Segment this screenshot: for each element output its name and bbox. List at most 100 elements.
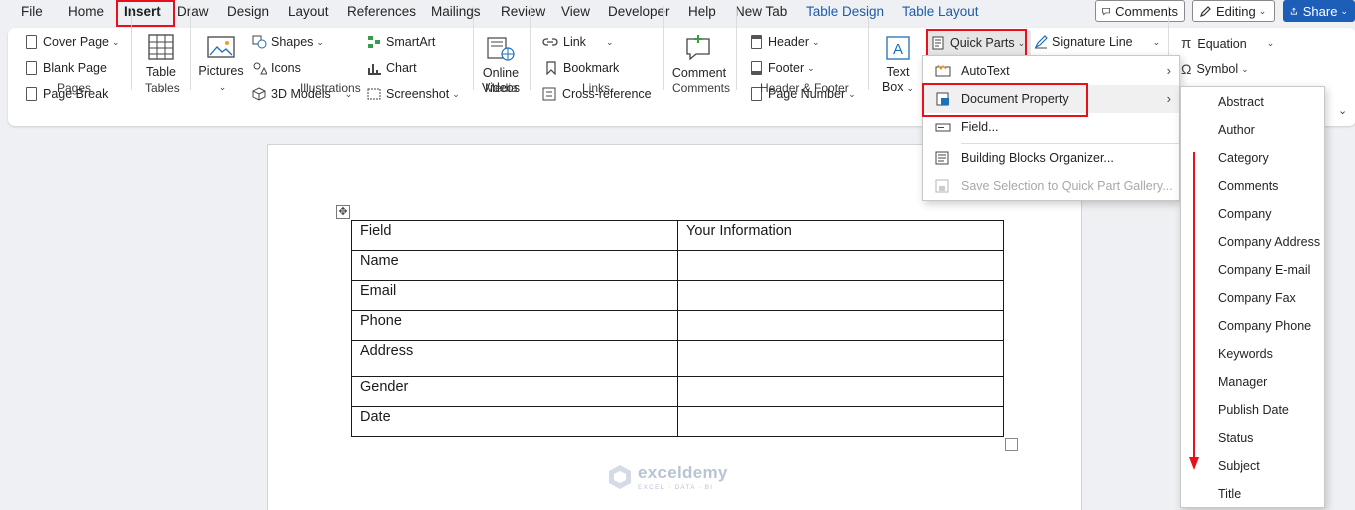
svg-text:A: A	[893, 41, 903, 58]
save-selection-icon	[935, 179, 949, 193]
footer-button[interactable]: Footer ⌄	[751, 61, 815, 75]
footer-label: Footer	[768, 61, 805, 75]
menu-item-autotext[interactable]: AutoText ›	[923, 57, 1179, 85]
property-comments[interactable]: Comments	[1218, 179, 1278, 193]
collapse-ribbon-icon[interactable]: ⌄	[1338, 104, 1347, 117]
property-keywords[interactable]: Keywords	[1218, 347, 1273, 361]
tab-help[interactable]: Help	[688, 4, 716, 19]
header-button[interactable]: Header ⌄	[751, 35, 820, 49]
link-icon	[542, 38, 558, 46]
quick-parts-menu: AutoText › Document Property › Field... …	[922, 55, 1180, 201]
property-author[interactable]: Author	[1218, 123, 1255, 137]
share-button[interactable]: Share ⌄	[1283, 0, 1355, 22]
property-manager[interactable]: Manager	[1218, 375, 1267, 389]
pi-icon: π	[1181, 35, 1192, 52]
property-company-address[interactable]: Company Address	[1218, 235, 1320, 249]
annotation-arrow-line	[1193, 152, 1195, 459]
smartart-button[interactable]: SmartArt	[367, 35, 435, 49]
symbol-button[interactable]: Ω Symbol ⌄	[1181, 61, 1249, 77]
tab-layout[interactable]: Layout	[288, 4, 329, 19]
table-resize-handle[interactable]	[1005, 438, 1018, 451]
table-cell[interactable]: Email	[351, 280, 678, 311]
tab-design[interactable]: Design	[227, 4, 269, 19]
property-abstract[interactable]: Abstract	[1218, 95, 1264, 109]
menu-item-field[interactable]: Field...	[923, 113, 1179, 141]
tab-developer[interactable]: Developer	[608, 4, 670, 19]
property-company[interactable]: Company	[1218, 207, 1272, 221]
blank-page-button[interactable]: Blank Page	[26, 61, 107, 75]
icons-button[interactable]: Icons	[252, 61, 301, 75]
table-label: Table	[146, 65, 176, 79]
menu-item-save-selection: Save Selection to Quick Part Gallery...	[923, 172, 1179, 200]
link-button[interactable]: Link ⌄	[542, 35, 613, 49]
tab-table-layout[interactable]: Table Layout	[902, 4, 979, 19]
chevron-down-icon: ⌄	[848, 88, 856, 99]
signature-line-button[interactable]: Signature Line ⌄	[1034, 35, 1160, 49]
table-move-handle-icon[interactable]: ✥	[336, 205, 350, 219]
property-title[interactable]: Title	[1218, 487, 1241, 501]
tab-view[interactable]: View	[561, 4, 590, 19]
tab-draw[interactable]: Draw	[177, 4, 209, 19]
smartart-label: SmartArt	[386, 35, 436, 49]
picture-icon	[207, 36, 235, 58]
info-table[interactable]: Field Your Information Name Email Phone …	[351, 220, 1004, 437]
property-publish-date[interactable]: Publish Date	[1218, 403, 1289, 417]
editing-button[interactable]: Editing ⌄	[1192, 0, 1275, 22]
table-cell[interactable]	[677, 280, 1004, 311]
tab-review[interactable]: Review	[501, 4, 545, 19]
tab-table-design[interactable]: Table Design	[806, 4, 884, 19]
tab-references[interactable]: References	[347, 4, 416, 19]
share-icon	[1290, 7, 1297, 15]
tab-new-tab[interactable]: New Tab	[735, 4, 787, 19]
menu-item-building-blocks-organizer[interactable]: Building Blocks Organizer...	[923, 144, 1179, 172]
table-cell[interactable]	[677, 340, 1004, 377]
comments-button[interactable]: Comments	[1095, 0, 1185, 22]
cover-page-label: Cover Page	[43, 35, 110, 49]
property-company-email[interactable]: Company E-mail	[1218, 263, 1310, 277]
table-cell[interactable]	[677, 310, 1004, 341]
property-company-phone[interactable]: Company Phone	[1218, 319, 1311, 333]
table-cell[interactable]: Gender	[351, 376, 678, 407]
screenshot-label: Screenshot	[386, 87, 450, 101]
table-cell[interactable]: Phone	[351, 310, 678, 341]
shapes-label: Shapes	[271, 35, 314, 49]
group-divider	[736, 6, 737, 90]
share-label: Share	[1302, 3, 1338, 19]
chevron-down-icon: ⌄	[112, 36, 120, 47]
chart-button[interactable]: Chart	[367, 61, 417, 75]
comment-icon	[1102, 7, 1110, 16]
bookmark-button[interactable]: Bookmark	[545, 61, 619, 75]
table-cell[interactable]: Date	[351, 406, 678, 437]
equation-button[interactable]: π Equation ⌄	[1181, 35, 1274, 52]
table-cell[interactable]: Field	[351, 220, 678, 251]
chevron-down-icon: ⌄	[906, 83, 915, 93]
quick-parts-highlight	[926, 29, 1027, 57]
screenshot-button[interactable]: Screenshot ⌄	[367, 87, 460, 101]
document-property-submenu: Abstract Author Category Comments Compan…	[1180, 86, 1325, 508]
property-subject[interactable]: Subject	[1218, 459, 1260, 473]
tables-group-label: Tables	[145, 81, 180, 95]
table-cell[interactable]	[677, 406, 1004, 437]
chevron-down-icon: ⌄	[1340, 5, 1348, 16]
table-cell[interactable]: Your Information	[677, 220, 1004, 251]
symbol-label: Symbol	[1196, 62, 1239, 76]
property-company-fax[interactable]: Company Fax	[1218, 291, 1296, 305]
smartart-icon	[368, 36, 380, 48]
table-cell[interactable]	[677, 376, 1004, 407]
group-divider	[663, 6, 664, 90]
text-box-button[interactable]: A Text Box ⌄	[878, 35, 918, 96]
cover-page-button[interactable]: Cover Page ⌄	[26, 35, 120, 49]
group-divider	[530, 6, 531, 90]
pictures-button[interactable]: Pictures ⌄	[198, 36, 244, 95]
shapes-button[interactable]: Shapes ⌄	[252, 35, 324, 49]
tab-home[interactable]: Home	[68, 4, 104, 19]
property-status[interactable]: Status	[1218, 431, 1253, 445]
table-cell[interactable]	[677, 250, 1004, 281]
tab-file[interactable]: File	[21, 4, 43, 19]
links-group-label: Links	[582, 81, 611, 95]
comment-button[interactable]: Comment	[670, 34, 728, 81]
group-divider	[131, 6, 132, 90]
property-category[interactable]: Category	[1218, 151, 1269, 165]
table-cell[interactable]: Name	[351, 250, 678, 281]
table-cell[interactable]: Address	[351, 340, 678, 377]
